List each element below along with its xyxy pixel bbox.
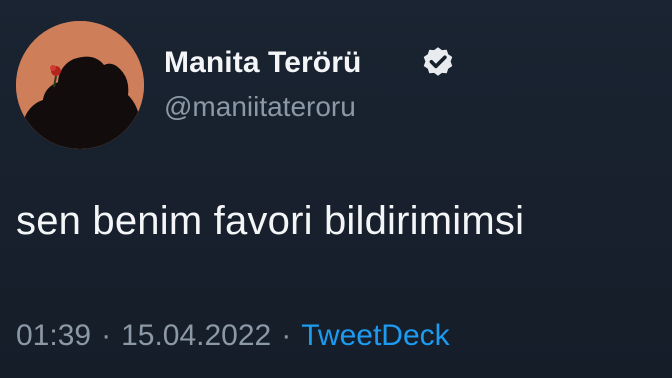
tweet-time[interactable]: 01:39 — [16, 319, 91, 352]
tweet-text: sen benim favori bildirimimsi — [16, 199, 525, 243]
display-name[interactable]: Manita Terörü — [164, 44, 361, 82]
tweet-source-link[interactable]: TweetDeck — [301, 319, 449, 352]
avatar-image — [16, 21, 144, 149]
tweet-meta: 01:39 · 15.04.2022 · TweetDeck — [16, 317, 450, 355]
tweet-card: Manita Terörü @maniitateroru sen benim f… — [0, 0, 672, 378]
separator-dot: · — [281, 319, 292, 352]
handle[interactable]: @maniitateroru — [164, 90, 356, 124]
verified-badge-icon — [420, 45, 456, 81]
separator-dot: · — [101, 319, 112, 352]
avatar[interactable] — [16, 21, 144, 149]
tweet-date[interactable]: 15.04.2022 — [121, 319, 271, 352]
